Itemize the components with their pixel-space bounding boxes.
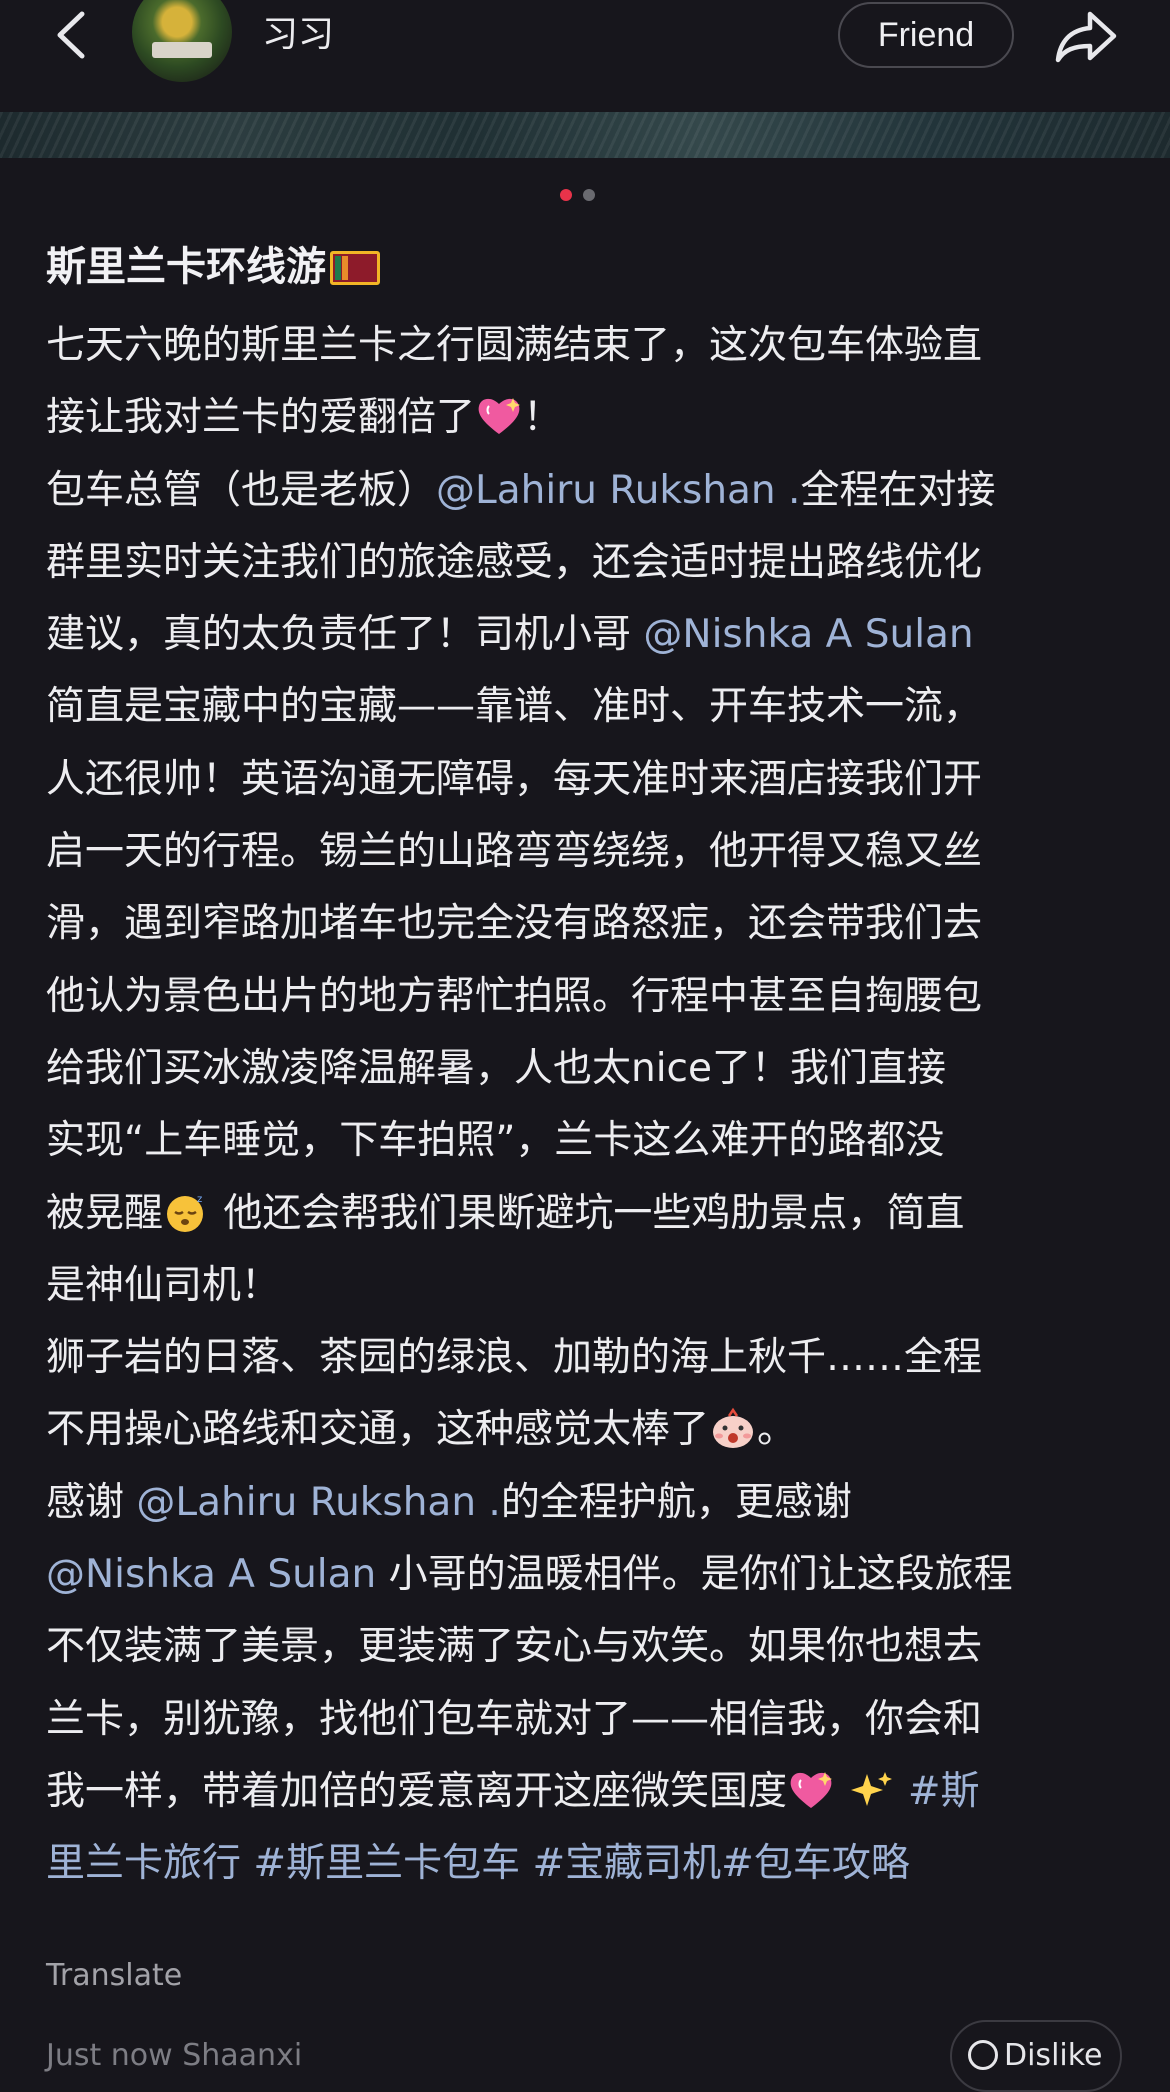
post-body-line: 兰卡，别犹豫，找他们包车就对了——相信我，你会和 [46, 1684, 1136, 1756]
post-body-line: 实现“上车睡觉，下车拍照”，兰卡这么难开的路都没 [46, 1105, 1136, 1177]
dislike-face-icon [968, 2040, 998, 2070]
mention-link[interactable]: @Nishka A Sulan [46, 1552, 376, 1597]
mention-link[interactable]: @Lahiru Rukshan . [436, 468, 800, 513]
post-text: 启一天的行程。锡兰的山路弯弯绕绕，他开得又稳又丝 [46, 829, 983, 875]
share-icon[interactable] [1054, 8, 1118, 64]
carousel-indicator [560, 186, 601, 205]
post-body-line: 感谢 @Lahiru Rukshan .的全程护航，更感谢 [46, 1467, 1136, 1539]
svg-text:z: z [197, 1194, 202, 1205]
post-body-line: 人还很帅！英语沟通无障碍，每天准时来酒店接我们开 [46, 744, 1136, 816]
post-text: 的全程护航，更感谢 [500, 1479, 852, 1525]
post-text [835, 1769, 847, 1814]
post-body-line: 他认为景色出片的地方帮忙拍照。行程中甚至自掏腰包 [46, 961, 1136, 1033]
post-text: ！ [523, 395, 563, 441]
post-text: 不仅装满了美景，更装满了安心与欢笑。如果你也想去 [46, 1624, 983, 1670]
post-body-line: 不仅装满了美景，更装满了安心与欢笑。如果你也想去 [46, 1611, 1136, 1683]
mention-link[interactable]: @Nishka A Sulan [643, 612, 973, 657]
translate-link[interactable]: Translate [46, 1954, 182, 1998]
post-body-line: 七天六晚的斯里兰卡之行圆满结束了，这次包车体验直 [46, 310, 1136, 382]
post-text: 狮子岩的日落、茶园的绿浪、加勒的海上秋千……全程 [46, 1335, 983, 1381]
post-content: 斯里兰卡环线游 七天六晚的斯里兰卡之行圆满结束了，这次包车体验直 接让我对兰卡的爱… [46, 232, 1136, 1901]
sleeping-face-icon: z [163, 1186, 211, 1232]
post-body-line: 狮子岩的日落、茶园的绿浪、加勒的海上秋千……全程 [46, 1322, 1136, 1394]
post-text: 小哥的温暖相伴。是你们让这段旅程 [376, 1552, 1013, 1598]
post-body-line: 我一样，带着加倍的爱意离开这座微笑国度 #斯 [46, 1756, 1136, 1828]
post-text: 给我们买冰激凌降温解暑，人也太nice了！我们直接 [46, 1045, 946, 1091]
post-text [895, 1769, 907, 1814]
post-text: 简直是宝藏中的宝藏——靠谱、准时、开车技术一流， [46, 684, 983, 730]
hashtag-link[interactable]: #斯 [908, 1769, 980, 1814]
post-body-line: 被晃醒 z 他还会帮我们果断避坑一些鸡肋景点，简直 [46, 1178, 1136, 1250]
post-body: 七天六晚的斯里兰卡之行圆满结束了，这次包车体验直 接让我对兰卡的爱翻倍了 ！ 包车总管… [46, 310, 1136, 1901]
post-body-line: 群里实时关注我们的旅途感受，还会适时提出路线优化 [46, 527, 1136, 599]
post-meta: Just now Shaanxi [46, 2038, 303, 2073]
post-body-line: 建议，真的太负责任了！司机小哥 @Nishka A Sulan [46, 599, 1136, 671]
post-text: 群里实时关注我们的旅途感受，还会适时提出路线优化 [46, 539, 983, 585]
post-text: 包车总管（也是老板） [46, 467, 437, 513]
post-text: 感谢 [46, 1479, 137, 1525]
post-text: 建议，真的太负责任了！司机小哥 [46, 612, 644, 658]
top-bar: 习习 Friend [0, 0, 1170, 112]
carousel-dot [583, 189, 596, 201]
dislike-button[interactable]: Dislike [950, 2020, 1122, 2092]
friend-button[interactable]: Friend [838, 2, 1014, 68]
hashtag-link[interactable]: 里兰卡旅行 #斯里兰卡包车 #宝藏司机#包车攻略 [46, 1841, 910, 1886]
post-text: 滑，遇到窄路加堵车也完全没有路怒症，还会带我们去 [46, 901, 983, 947]
sparkling-heart-icon [787, 1764, 835, 1808]
mention-link[interactable]: @Lahiru Rukshan . [136, 1480, 500, 1525]
post-text: 他还会帮我们果断避坑一些鸡肋景点，简直 [211, 1190, 965, 1236]
post-image-strip[interactable] [0, 112, 1170, 158]
post-text: 我一样，带着加倍的爱意离开这座微笑国度 [46, 1768, 788, 1814]
post-text: 全程在对接 [800, 467, 996, 513]
sparkling-heart-icon [475, 390, 523, 435]
post-body-line: 启一天的行程。锡兰的山路弯弯绕绕，他开得又稳又丝 [46, 816, 1136, 888]
post-text: 人还很帅！英语沟通无障碍，每天准时来酒店接我们开 [46, 756, 983, 802]
post-body-line: 简直是宝藏中的宝藏——靠谱、准时、开车技术一流， [46, 671, 1136, 743]
username[interactable]: 习习 [262, 10, 334, 60]
excited-face-icon [709, 1402, 757, 1449]
post-title-text: 斯里兰卡环线游 [46, 244, 326, 290]
post-body-line: 是神仙司机！ [46, 1250, 1136, 1322]
post-text: 是神仙司机！ [46, 1262, 281, 1308]
dislike-label: Dislike [1004, 2038, 1103, 2073]
avatar[interactable] [132, 0, 232, 82]
post-body-line: 里兰卡旅行 #斯里兰卡包车 #宝藏司机#包车攻略 [46, 1828, 1136, 1900]
post-text: 。 [757, 1407, 797, 1453]
post-text: 接让我对兰卡的爱翻倍了 [46, 395, 476, 441]
post-body-line: @Nishka A Sulan 小哥的温暖相伴。是你们让这段旅程 [46, 1539, 1136, 1611]
post-text: 不用操心路线和交通，这种感觉太棒了 [46, 1407, 710, 1453]
post-body-line: 接让我对兰卡的爱翻倍了 ！ [46, 382, 1136, 454]
post-text: 被晃醒 [46, 1190, 164, 1236]
carousel-dot-active [560, 189, 572, 201]
post-text: 实现“上车睡觉，下车拍照”，兰卡这么难开的路都没 [46, 1118, 945, 1164]
back-arrow-icon[interactable] [48, 10, 94, 60]
sparkles-icon [847, 1764, 895, 1808]
post-body-line: 不用操心路线和交通，这种感觉太棒了 。 [46, 1394, 1136, 1466]
post-title: 斯里兰卡环线游 [46, 232, 1136, 302]
sri-lanka-flag-icon [330, 251, 380, 285]
post-text: 他认为景色出片的地方帮忙拍照。行程中甚至自掏腰包 [46, 973, 983, 1019]
post-body-line: 滑，遇到窄路加堵车也完全没有路怒症，还会带我们去 [46, 888, 1136, 960]
post-body-line: 包车总管（也是老板）@Lahiru Rukshan .全程在对接 [46, 455, 1136, 527]
post-body-line: 给我们买冰激凌降温解暑，人也太nice了！我们直接 [46, 1033, 1136, 1105]
post-text: 兰卡，别犹豫，找他们包车就对了——相信我，你会和 [46, 1696, 983, 1742]
post-text: 七天六晚的斯里兰卡之行圆满结束了，这次包车体验直 [46, 323, 983, 368]
